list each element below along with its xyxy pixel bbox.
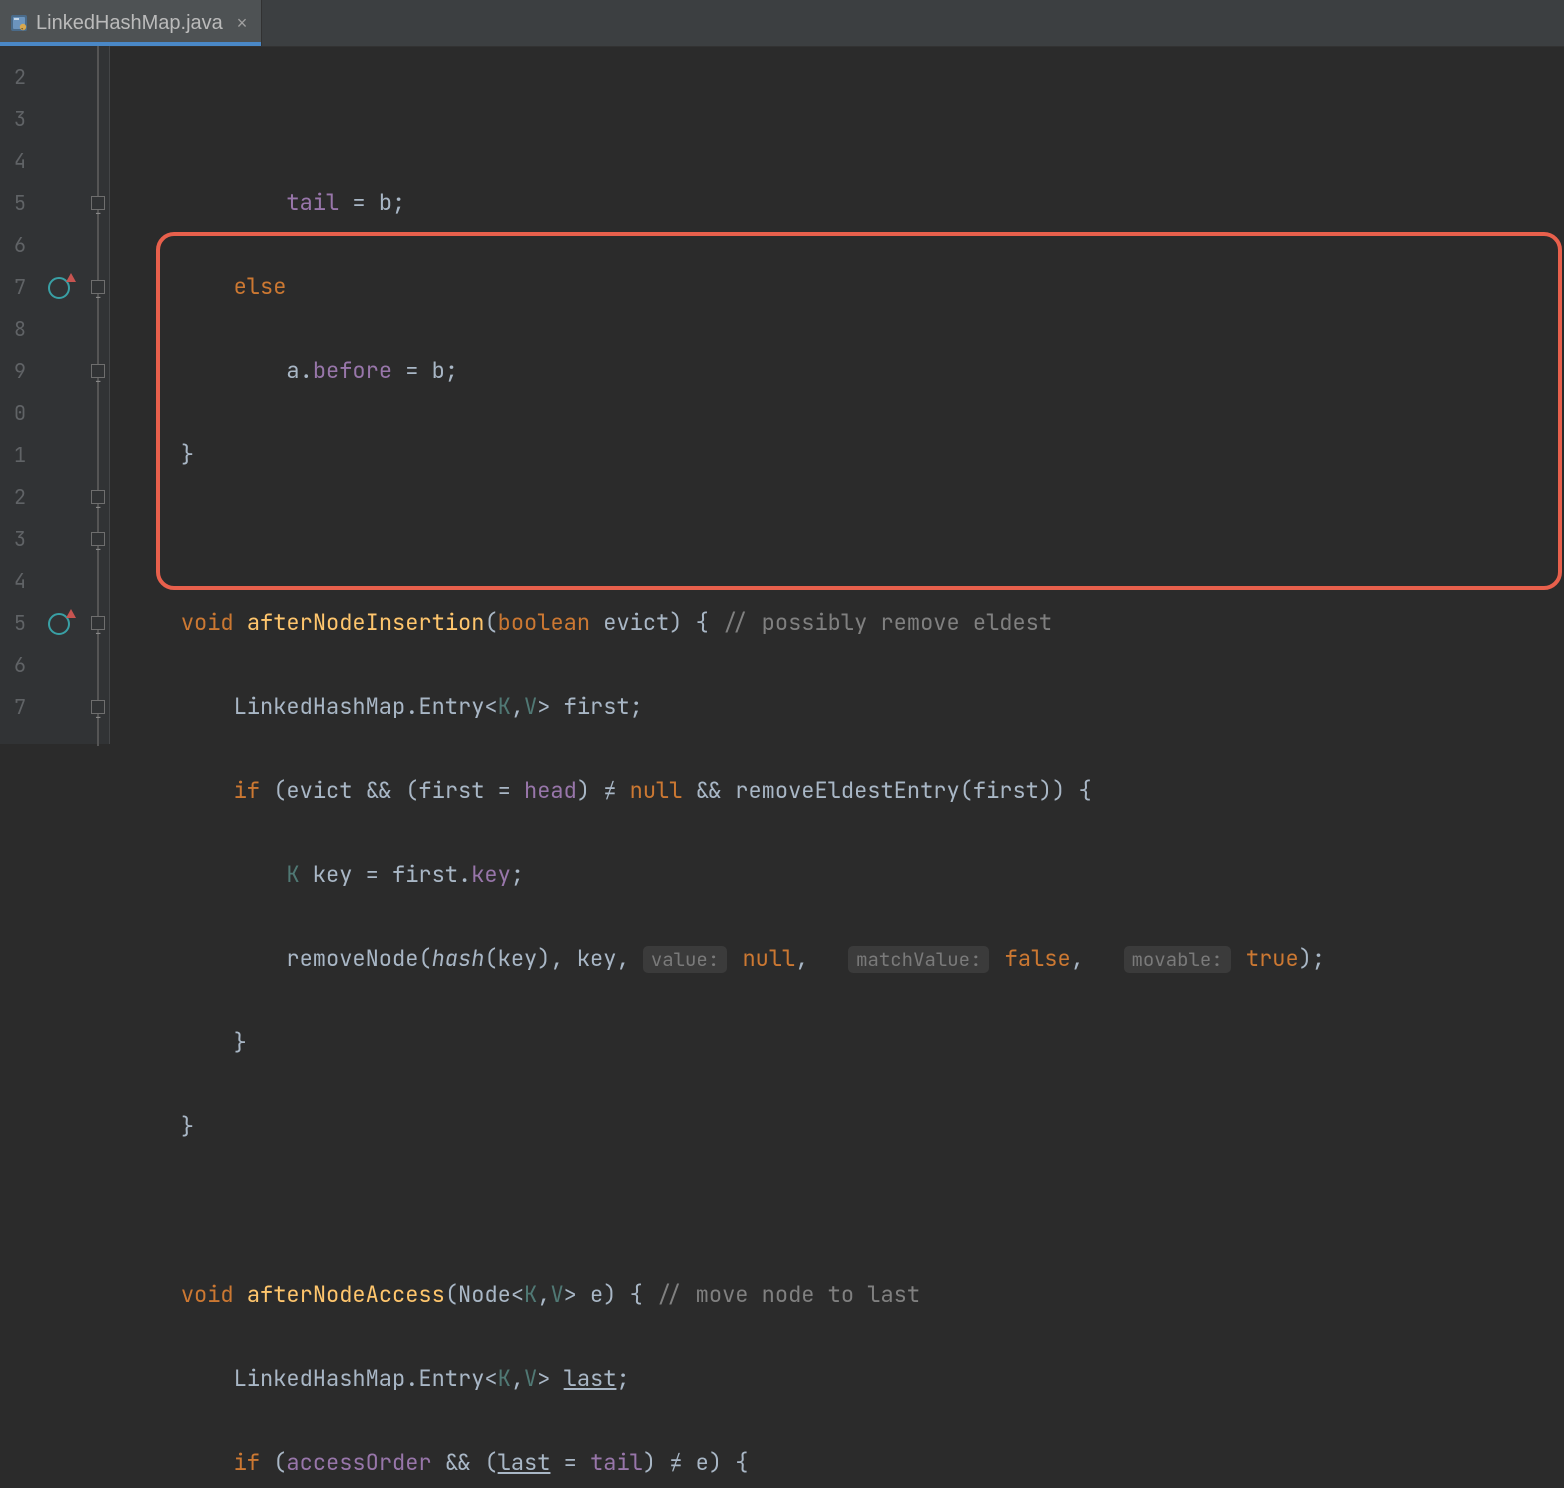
line-number: 9 (0, 350, 26, 392)
fold-toggle-icon[interactable] (91, 700, 105, 714)
editor[interactable]: 2 3 4 5 6 7 8 9 0 1 2 3 4 5 6 7 (0, 46, 1564, 744)
code-line[interactable]: tail = b; (128, 182, 1564, 224)
code-area[interactable]: tail = b; else a.before = b; } void afte… (110, 46, 1564, 744)
line-number: 4 (0, 140, 26, 182)
line-number: 8 (0, 308, 26, 350)
tab-bar: LinkedHashMap.java × (0, 0, 1564, 47)
code-line[interactable]: else (128, 266, 1564, 308)
param-hint-movable: movable: (1124, 946, 1231, 973)
code-line[interactable]: void afterNodeInsertion(boolean evict) {… (128, 602, 1564, 644)
fold-toggle-icon[interactable] (91, 196, 105, 210)
tab-filename: LinkedHashMap.java (36, 12, 223, 35)
line-number: 3 (0, 518, 26, 560)
line-number: 1 (0, 434, 26, 476)
param-hint-value: value: (643, 946, 727, 973)
line-number: 3 (0, 98, 26, 140)
fold-toggle-icon[interactable] (91, 364, 105, 378)
code-line[interactable]: a.before = b; (128, 350, 1564, 392)
fold-gutter (88, 46, 110, 744)
code-line[interactable]: } (128, 1022, 1564, 1064)
param-hint-matchvalue: matchValue: (848, 946, 989, 973)
line-number: 5 (0, 602, 26, 644)
code-line[interactable]: K key = first.key; (128, 854, 1564, 896)
override-icon[interactable] (48, 277, 70, 299)
line-number: 2 (0, 56, 26, 98)
code-line[interactable] (128, 518, 1564, 560)
fold-toggle-icon[interactable] (91, 616, 105, 630)
fold-toggle-icon[interactable] (91, 280, 105, 294)
code-line[interactable]: if (accessOrder && (last = tail) ≠ e) { (128, 1442, 1564, 1484)
close-icon[interactable]: × (231, 13, 248, 34)
line-number: 7 (0, 686, 26, 728)
line-number: 5 (0, 182, 26, 224)
code-line[interactable]: } (128, 1106, 1564, 1148)
line-number-gutter: 2 3 4 5 6 7 8 9 0 1 2 3 4 5 6 7 (0, 46, 30, 744)
line-number: 7 (0, 266, 26, 308)
line-number: 6 (0, 224, 26, 266)
line-number: 6 (0, 644, 26, 686)
code-line[interactable]: void afterNodeAccess(Node<K,V> e) { // m… (128, 1274, 1564, 1316)
line-number: 0 (0, 392, 26, 434)
line-number: 2 (0, 476, 26, 518)
line-number: 4 (0, 560, 26, 602)
icon-gutter (30, 46, 88, 744)
code-line[interactable] (128, 1190, 1564, 1232)
code-line[interactable]: LinkedHashMap.Entry<K,V> last; (128, 1358, 1564, 1400)
code-line[interactable]: LinkedHashMap.Entry<K,V> first; (128, 686, 1564, 728)
override-icon[interactable] (48, 613, 70, 635)
tab-linked-hashmap[interactable]: LinkedHashMap.java × (0, 0, 262, 46)
java-file-icon (10, 14, 28, 32)
code-line[interactable]: } (128, 434, 1564, 476)
fold-toggle-icon[interactable] (91, 490, 105, 504)
fold-toggle-icon[interactable] (91, 532, 105, 546)
code-line[interactable]: if (evict && (first = head) ≠ null && re… (128, 770, 1564, 812)
code-line[interactable]: removeNode(hash(key), key, value: null, … (128, 938, 1564, 980)
